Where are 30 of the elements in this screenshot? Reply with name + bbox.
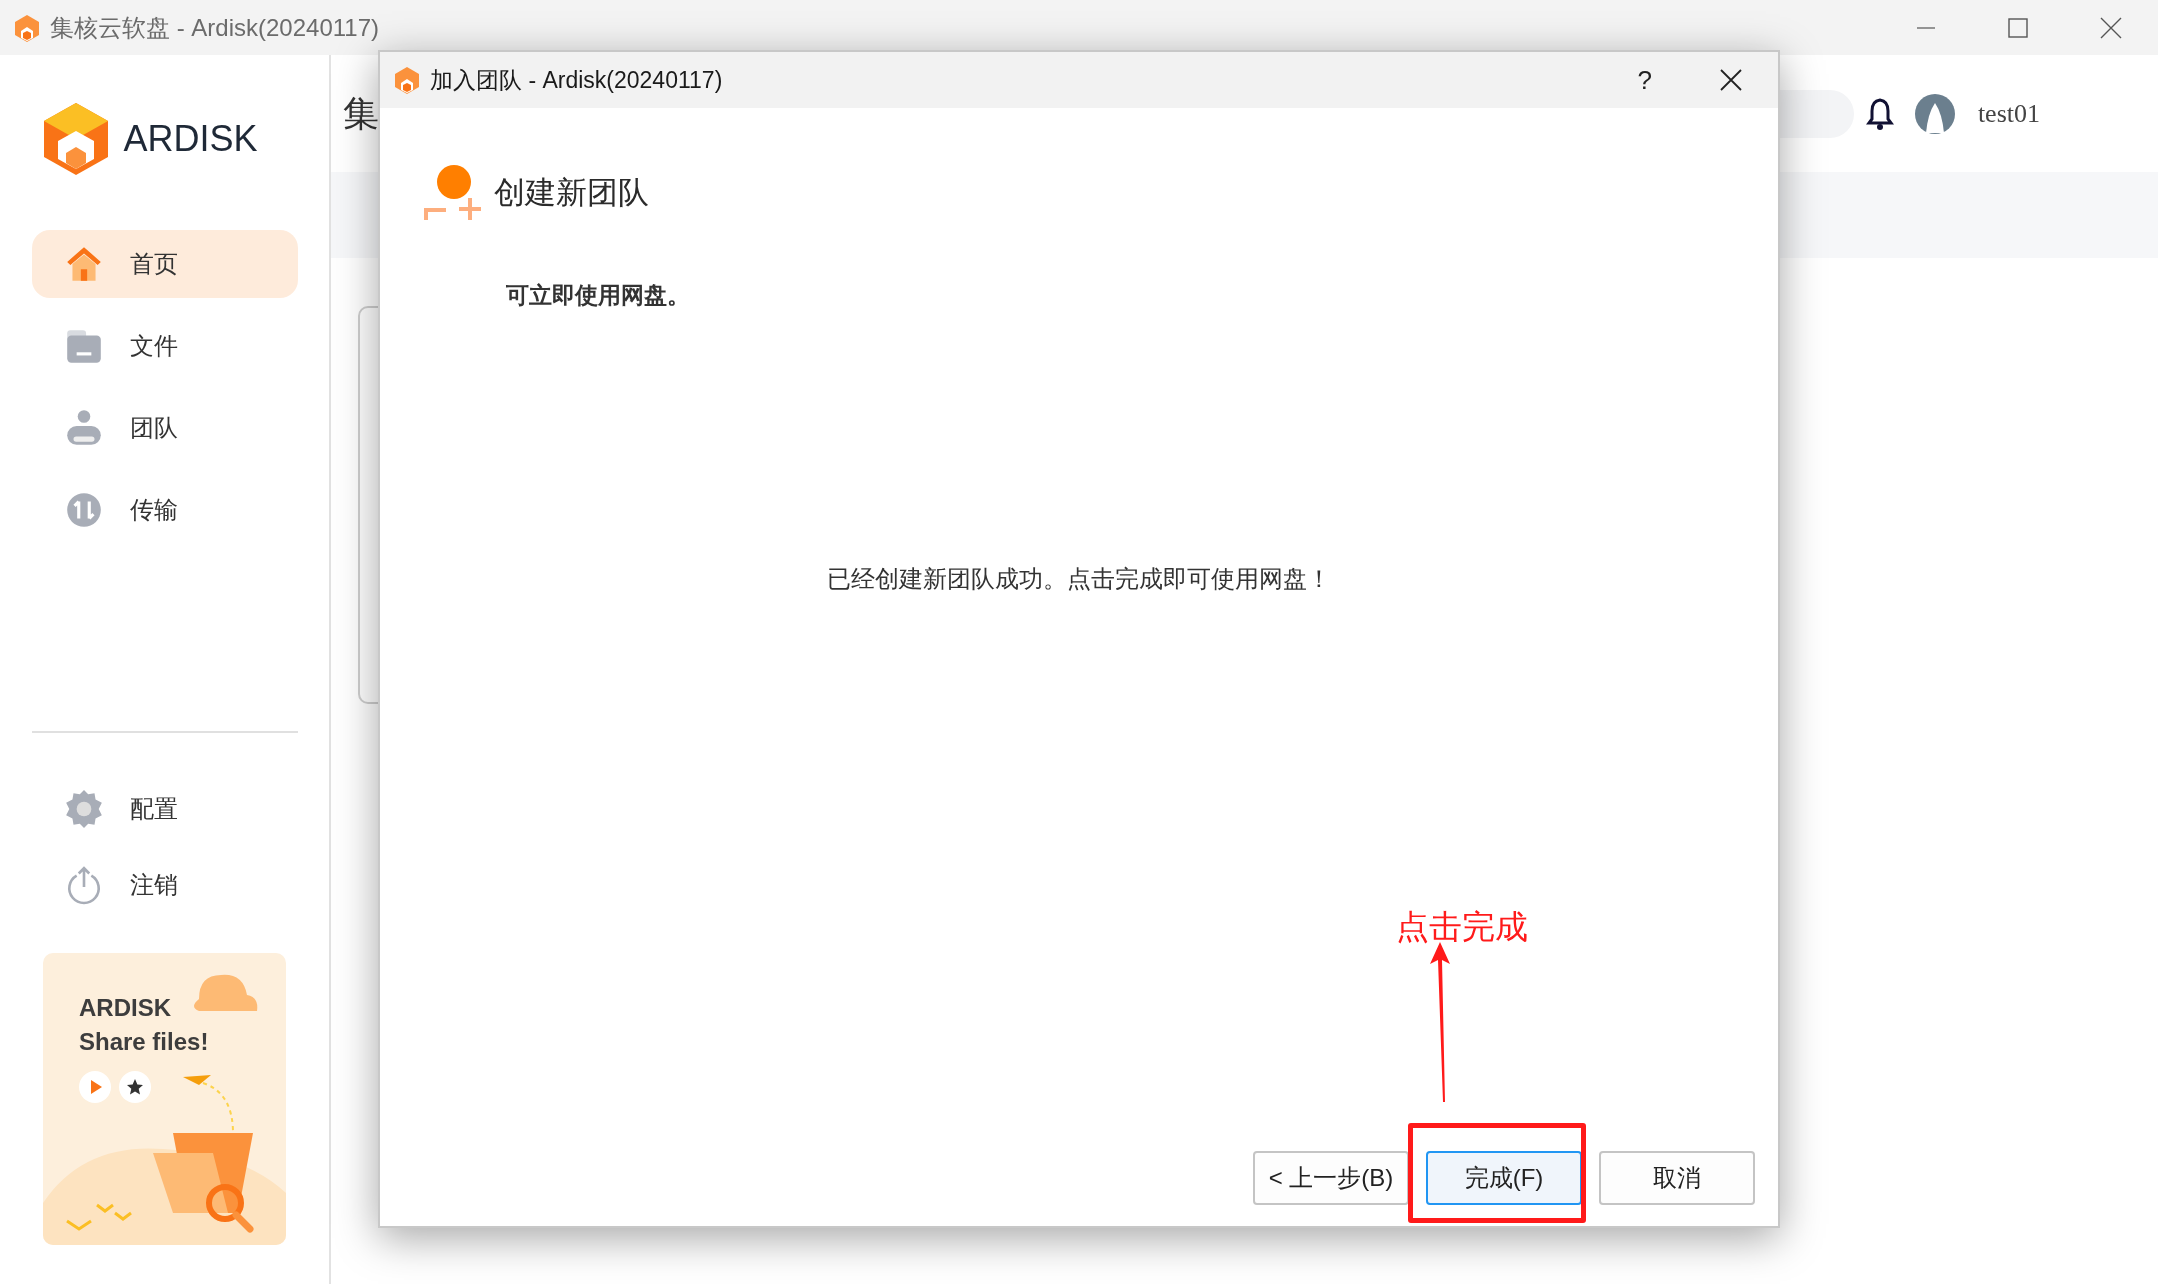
add-user-icon bbox=[424, 164, 482, 222]
banner-title: ARDISK bbox=[79, 993, 172, 1023]
app-logo-icon bbox=[12, 12, 42, 43]
dialog-subheading: 可立即使用网盘。 bbox=[506, 281, 691, 310]
annotation-text: 点击完成 bbox=[1396, 907, 1528, 947]
app-logo-icon bbox=[392, 65, 422, 95]
sidebar-item[interactable]: 团队 bbox=[31, 394, 298, 462]
dialog-button[interactable]: < 上一步(B) bbox=[1253, 1151, 1409, 1205]
dialog-heading: 创建新团队 bbox=[494, 173, 649, 212]
sidebar-item[interactable]: 配置 bbox=[31, 775, 298, 843]
dialog-button[interactable]: 取消 bbox=[1599, 1151, 1755, 1205]
dialog-title: 加入团队 - Ardisk(20240117) bbox=[430, 65, 723, 95]
close-icon[interactable] bbox=[2100, 16, 2122, 39]
help-button[interactable]: ? bbox=[1637, 60, 1652, 100]
sidebar-item[interactable]: 首页 bbox=[31, 230, 298, 298]
sidebar-item[interactable]: 文件 bbox=[31, 312, 298, 380]
sidebar-item[interactable]: 注销 bbox=[31, 851, 298, 919]
maximize-icon[interactable] bbox=[2008, 17, 2028, 38]
success-message: 已经创建新团队成功。点击完成即可使用网盘！ bbox=[827, 563, 1331, 594]
window-title: 集核云软盘 - Ardisk(20240117) bbox=[50, 12, 379, 43]
page-title: 集 bbox=[343, 91, 379, 136]
close-icon[interactable] bbox=[1720, 69, 1742, 91]
bell-icon[interactable] bbox=[1865, 96, 1894, 131]
user-name: test01 bbox=[1977, 98, 2040, 130]
play-icon bbox=[79, 1071, 111, 1103]
sidebar-item[interactable]: 传输 bbox=[31, 476, 298, 544]
logo-text: ARDISK bbox=[123, 117, 258, 161]
dialog-button[interactable]: 完成(F) bbox=[1426, 1151, 1582, 1205]
banner-subtitle: Share files! bbox=[79, 1027, 209, 1057]
avatar-icon[interactable] bbox=[1913, 92, 1956, 135]
